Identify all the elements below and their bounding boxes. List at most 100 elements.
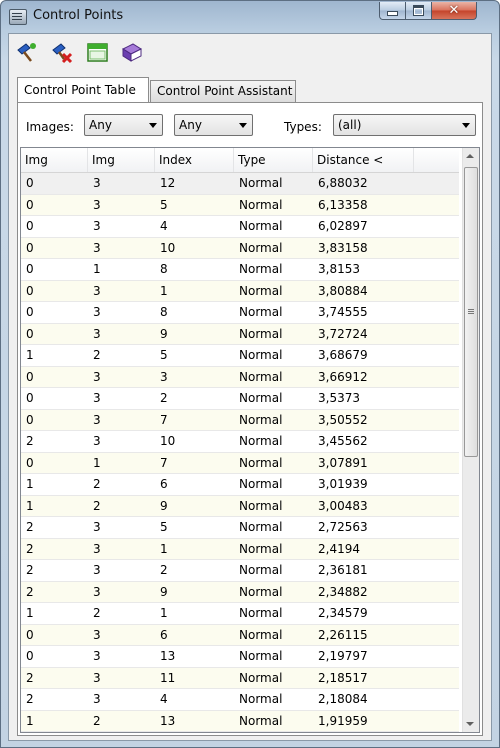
table-row[interactable]: 0 3 2 Normal 3,5373 [21, 388, 459, 410]
table-row[interactable]: 2 3 2 Normal 2,36181 [21, 560, 459, 582]
add-control-point-icon [17, 43, 36, 62]
book-icon [121, 43, 143, 62]
cell-img-1: 0 [26, 649, 34, 663]
cell-img-1: 0 [26, 240, 34, 255]
cell-img-1: 2 [26, 434, 34, 448]
table-row[interactable]: 0 3 13 Normal 2,19797 [21, 646, 459, 668]
cell-img-1: 0 [26, 455, 34, 470]
cell-img-2: 3 [93, 283, 101, 298]
types-value: (all) [338, 118, 362, 132]
cell-img-1: 0 [26, 326, 34, 341]
cell-img-2: 3 [93, 369, 101, 384]
table-row[interactable]: 0 3 12 Normal 6,88032 [21, 173, 459, 195]
cell-distance: 3,50552 [318, 412, 368, 427]
cell-img-1: 1 [26, 606, 34, 620]
table-row[interactable]: 0 3 9 Normal 3,72724 [21, 323, 459, 345]
table-row[interactable]: 1 2 5 Normal 3,68679 [21, 345, 459, 367]
table-row[interactable]: 2 3 4 Normal 2,18084 [21, 689, 459, 711]
images-label: Images: [26, 120, 74, 134]
tab-control-point-table[interactable]: Control Point Table [17, 77, 149, 102]
types-select[interactable]: (all) [333, 114, 476, 136]
column-header-index[interactable]: Index [155, 148, 234, 172]
cell-img-2: 2 [93, 713, 101, 728]
cell-index: 8 [160, 305, 168, 319]
table-row[interactable]: 0 3 5 Normal 6,13358 [21, 194, 459, 216]
cell-distance: 3,8153 [318, 262, 360, 276]
cell-index: 5 [160, 197, 168, 212]
cell-distance: 6,88032 [318, 176, 368, 190]
book-button[interactable] [119, 40, 145, 66]
table-row[interactable]: 0 3 4 Normal 6,02897 [21, 216, 459, 238]
cell-type: Normal [239, 455, 283, 470]
cell-img-2: 3 [93, 176, 101, 190]
table-row[interactable]: 0 3 8 Normal 3,74555 [21, 302, 459, 324]
image-b-select[interactable]: Any [174, 114, 253, 136]
cell-img-2: 3 [93, 434, 101, 448]
table-row[interactable]: 2 3 5 Normal 2,72563 [21, 517, 459, 539]
cell-type: Normal [239, 348, 283, 362]
table-row[interactable]: 2 3 10 Normal 3,45562 [21, 431, 459, 453]
cell-img-2: 3 [93, 692, 101, 706]
minimize-button[interactable] [379, 2, 406, 20]
table-row[interactable]: 0 3 1 Normal 3,80884 [21, 280, 459, 302]
cell-index: 1 [160, 283, 168, 298]
table-row[interactable]: 0 3 6 Normal 2,26115 [21, 624, 459, 646]
cell-img-2: 3 [93, 240, 101, 255]
table-row[interactable]: 0 3 7 Normal 3,50552 [21, 409, 459, 431]
cell-distance: 2,26115 [318, 627, 368, 642]
cell-img-1: 1 [26, 713, 34, 728]
maximize-button[interactable] [405, 2, 432, 20]
cell-index: 6 [160, 627, 168, 642]
cell-type: Normal [239, 197, 283, 212]
control-point-table[interactable]: Img Img Index Type Distance < 0 3 12 Normal… [20, 147, 480, 733]
add-control-point-button[interactable] [13, 40, 39, 66]
cell-distance: 6,13358 [318, 197, 368, 212]
window-button[interactable] [85, 40, 111, 66]
cell-index: 9 [160, 584, 168, 599]
table-row[interactable]: 0 3 3 Normal 3,66912 [21, 366, 459, 388]
cell-index: 10 [160, 434, 176, 448]
table-row[interactable]: 0 1 8 Normal 3,8153 [21, 259, 459, 281]
table-row[interactable]: 1 2 9 Normal 3,00483 [21, 495, 459, 517]
tab-control-point-assistant[interactable]: Control Point Assistant [150, 80, 296, 102]
cell-distance: 3,07891 [318, 455, 368, 470]
vertical-scrollbar[interactable] [462, 148, 479, 732]
table-row[interactable]: 2 3 1 Normal 2,4194 [21, 538, 459, 560]
cell-index: 1 [160, 606, 168, 620]
table-row[interactable]: 1 2 1 Normal 2,34579 [21, 603, 459, 625]
cell-type: Normal [239, 670, 283, 685]
cell-type: Normal [239, 240, 283, 255]
table-header: Img Img Index Type Distance < [21, 148, 459, 173]
close-button[interactable]: ✕ [431, 2, 477, 20]
column-header-distance[interactable]: Distance < [313, 148, 414, 172]
scroll-down-icon[interactable] [466, 722, 474, 726]
cell-type: Normal [239, 627, 283, 642]
column-header-img-2[interactable]: Img [88, 148, 155, 172]
table-row[interactable]: 2 3 9 Normal 2,34882 [21, 581, 459, 603]
table-row[interactable]: 0 1 7 Normal 3,07891 [21, 452, 459, 474]
cell-img-1: 2 [26, 670, 34, 685]
cell-img-1: 0 [26, 197, 34, 212]
cell-img-1: 2 [26, 520, 34, 534]
cell-type: Normal [239, 692, 283, 706]
grip-icon [468, 309, 474, 310]
table-row[interactable]: 2 3 11 Normal 2,18517 [21, 667, 459, 689]
column-header-type[interactable]: Type [234, 148, 313, 172]
cell-index: 9 [160, 326, 168, 341]
scrollbar-thumb[interactable] [464, 167, 478, 457]
cell-img-1: 0 [26, 219, 34, 233]
image-a-select[interactable]: Any [84, 114, 163, 136]
table-row[interactable]: 0 3 10 Normal 3,83158 [21, 237, 459, 259]
table-row[interactable]: 1 2 13 Normal 1,91959 [21, 710, 459, 732]
table-row[interactable]: 1 2 6 Normal 3,01939 [21, 474, 459, 496]
cell-img-1: 0 [26, 283, 34, 298]
column-header-img-1[interactable]: Img [21, 148, 88, 172]
cell-img-2: 1 [93, 262, 101, 276]
cell-img-2: 3 [93, 391, 101, 405]
cell-img-2: 3 [93, 412, 101, 427]
cell-type: Normal [239, 713, 283, 728]
delete-control-point-button[interactable] [49, 40, 75, 66]
scroll-up-icon[interactable] [466, 154, 474, 158]
cell-distance: 3,83158 [318, 240, 368, 255]
title-bar[interactable]: Control Points ✕ [1, 1, 499, 33]
